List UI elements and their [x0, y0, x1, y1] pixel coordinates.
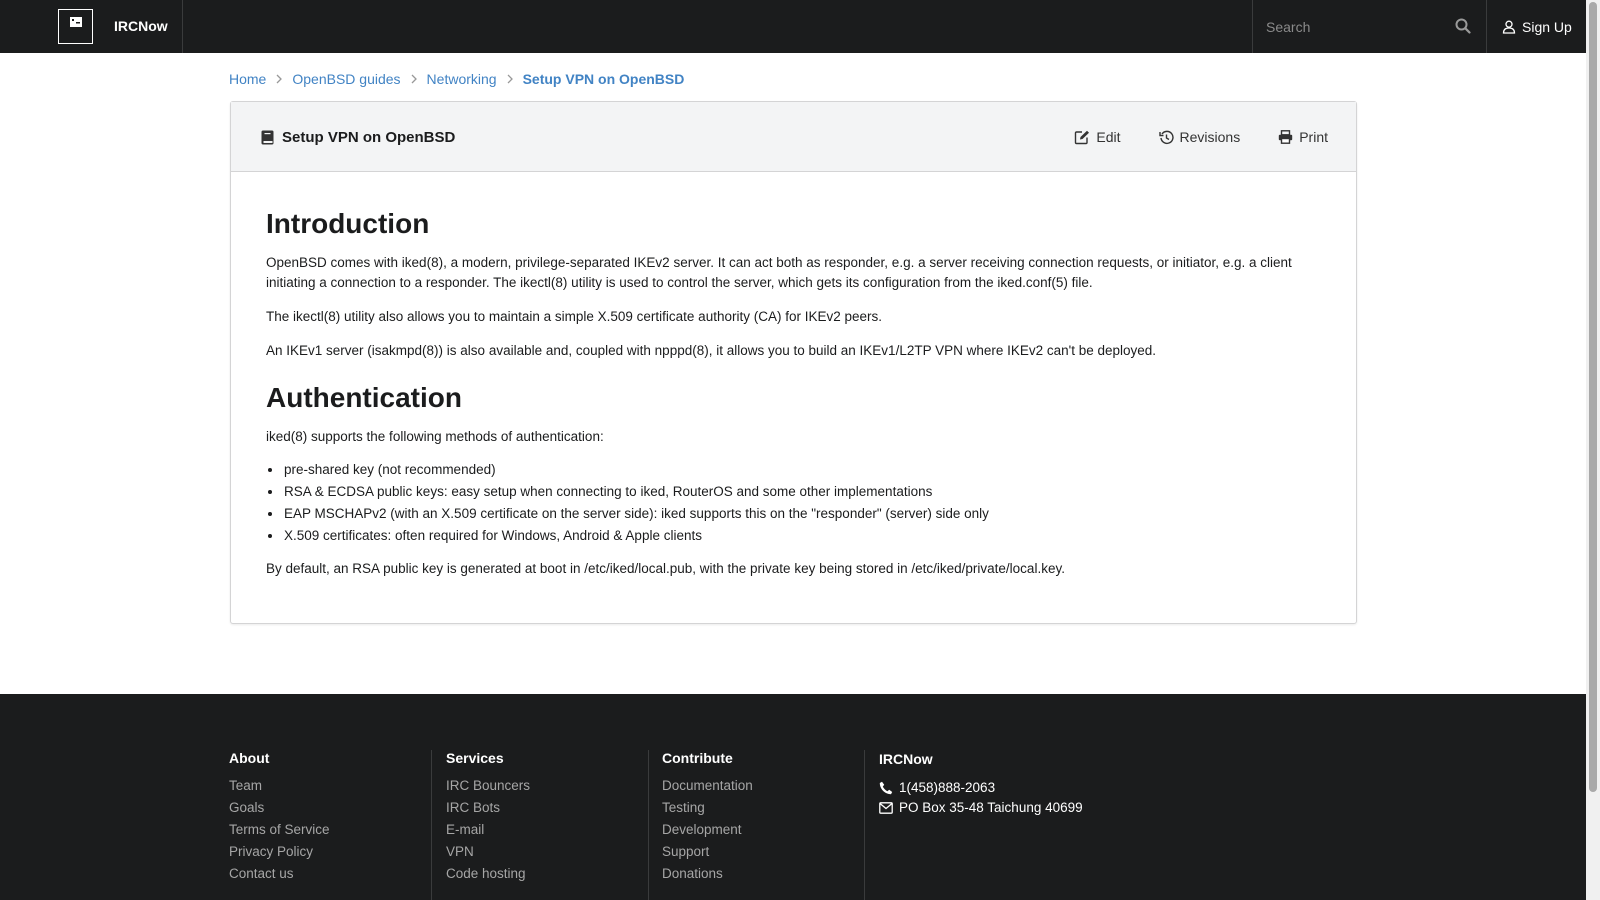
print-button[interactable]: Print [1278, 129, 1328, 145]
auth-paragraph: iked(8) supports the following methods o… [266, 429, 604, 444]
introduction-heading: Introduction [266, 208, 430, 239]
search-input[interactable] [1266, 11, 1456, 42]
nav-divider [182, 0, 183, 53]
book-icon [261, 130, 274, 144]
footer-services: Services IRC Bouncers IRC Bots E-mail VP… [446, 750, 530, 885]
brand-name[interactable]: IRCNow [114, 0, 168, 53]
footer-heading: Contribute [662, 750, 733, 766]
revisions-button[interactable]: Revisions [1158, 129, 1241, 145]
footer-divider [431, 750, 432, 900]
footer-heading: Services [446, 750, 504, 766]
list-item: X.509 certificates: often required for W… [283, 525, 1322, 547]
authentication-heading: Authentication [266, 382, 462, 413]
article-card: Setup VPN on OpenBSD Edit Revisions Prin… [230, 101, 1357, 624]
print-icon [1279, 130, 1293, 144]
footer-link-terms[interactable]: Terms of Service [229, 819, 330, 841]
footer-heading: IRCNow [879, 751, 933, 767]
page-scrollbar[interactable] [1586, 0, 1600, 900]
footer-contact: IRCNow 1(458)888-2063 PO Box 35-48 Taich… [879, 751, 1083, 818]
intro-paragraph: The ikectl(8) utility also allows you to… [266, 309, 883, 324]
top-navbar: IRCNow Sign Up [0, 0, 1586, 53]
list-item: RSA & ECDSA public keys: easy setup when… [283, 481, 1322, 503]
search-icon[interactable] [1455, 18, 1471, 34]
sign-up-button[interactable]: Sign Up [1502, 0, 1572, 53]
footer-link-team[interactable]: Team [229, 775, 330, 797]
logo-glyph-icon [69, 17, 82, 27]
footer-about: About Team Goals Terms of Service Privac… [229, 750, 330, 885]
auth-methods-list: pre-shared key (not recommended) RSA & E… [283, 459, 1322, 547]
footer-link-support[interactable]: Support [662, 841, 753, 863]
footer-link-testing[interactable]: Testing [662, 797, 753, 819]
footer-link-code-hosting[interactable]: Code hosting [446, 863, 530, 885]
breadcrumb-home[interactable]: Home [229, 71, 266, 87]
footer-phone: 1(458)888-2063 [879, 778, 1083, 798]
breadcrumb-openbsd-guides[interactable]: OpenBSD guides [292, 71, 400, 87]
chevron-right-icon [266, 74, 292, 84]
history-icon [1158, 130, 1174, 144]
footer-link-irc-bouncers[interactable]: IRC Bouncers [446, 775, 530, 797]
breadcrumb-current[interactable]: Setup VPN on OpenBSD [523, 71, 685, 87]
edit-button[interactable]: Edit [1074, 129, 1121, 145]
article-body: Introduction OpenBSD comes with iked(8),… [231, 172, 1356, 579]
footer-link-contact[interactable]: Contact us [229, 863, 330, 885]
article-header: Setup VPN on OpenBSD Edit Revisions Prin… [231, 102, 1356, 172]
phone-number: 1(458)888-2063 [899, 780, 996, 795]
article-title: Setup VPN on OpenBSD [261, 102, 455, 172]
intro-paragraph: An IKEv1 server (isakmpd(8)) is also ava… [266, 343, 1157, 358]
search-box [1252, 0, 1486, 53]
mailing-address: PO Box 35-48 Taichung 40699 [899, 800, 1083, 815]
list-item: pre-shared key (not recommended) [283, 459, 1322, 481]
edit-icon [1075, 130, 1090, 144]
footer: About Team Goals Terms of Service Privac… [0, 694, 1586, 900]
footer-heading: About [229, 750, 270, 766]
user-icon [1502, 20, 1516, 34]
sign-up-label: Sign Up [1522, 18, 1572, 35]
list-item: EAP MSCHAPv2 (with an X.509 certificate … [283, 503, 1322, 525]
article-title-text: Setup VPN on OpenBSD [282, 128, 456, 146]
chevron-right-icon [497, 74, 523, 84]
print-label: Print [1299, 129, 1328, 145]
chevron-right-icon [401, 74, 427, 84]
envelope-icon [879, 802, 893, 814]
auth-paragraph: By default, an RSA public key is generat… [266, 561, 1065, 576]
logo-icon[interactable] [58, 9, 93, 44]
footer-link-documentation[interactable]: Documentation [662, 775, 753, 797]
intro-paragraph: OpenBSD comes with iked(8), a modern, pr… [266, 255, 1292, 290]
footer-link-vpn[interactable]: VPN [446, 841, 530, 863]
footer-link-privacy[interactable]: Privacy Policy [229, 841, 330, 863]
edit-label: Edit [1096, 129, 1121, 145]
nav-divider [1486, 0, 1487, 53]
footer-link-email[interactable]: E-mail [446, 819, 530, 841]
footer-contribute: Contribute Documentation Testing Develop… [662, 750, 753, 885]
scrollbar-thumb[interactable] [1589, 2, 1597, 792]
footer-divider [864, 750, 865, 900]
footer-link-development[interactable]: Development [662, 819, 753, 841]
footer-link-irc-bots[interactable]: IRC Bots [446, 797, 530, 819]
phone-icon [879, 781, 893, 795]
breadcrumb: Home OpenBSD guides Networking Setup VPN… [229, 69, 684, 89]
article-actions: Edit Revisions Print [1036, 102, 1328, 172]
breadcrumb-networking[interactable]: Networking [427, 71, 497, 87]
footer-link-goals[interactable]: Goals [229, 797, 330, 819]
revisions-label: Revisions [1179, 129, 1241, 145]
footer-divider [648, 750, 649, 900]
footer-address: PO Box 35-48 Taichung 40699 [879, 798, 1083, 818]
footer-link-donations[interactable]: Donations [662, 863, 753, 885]
